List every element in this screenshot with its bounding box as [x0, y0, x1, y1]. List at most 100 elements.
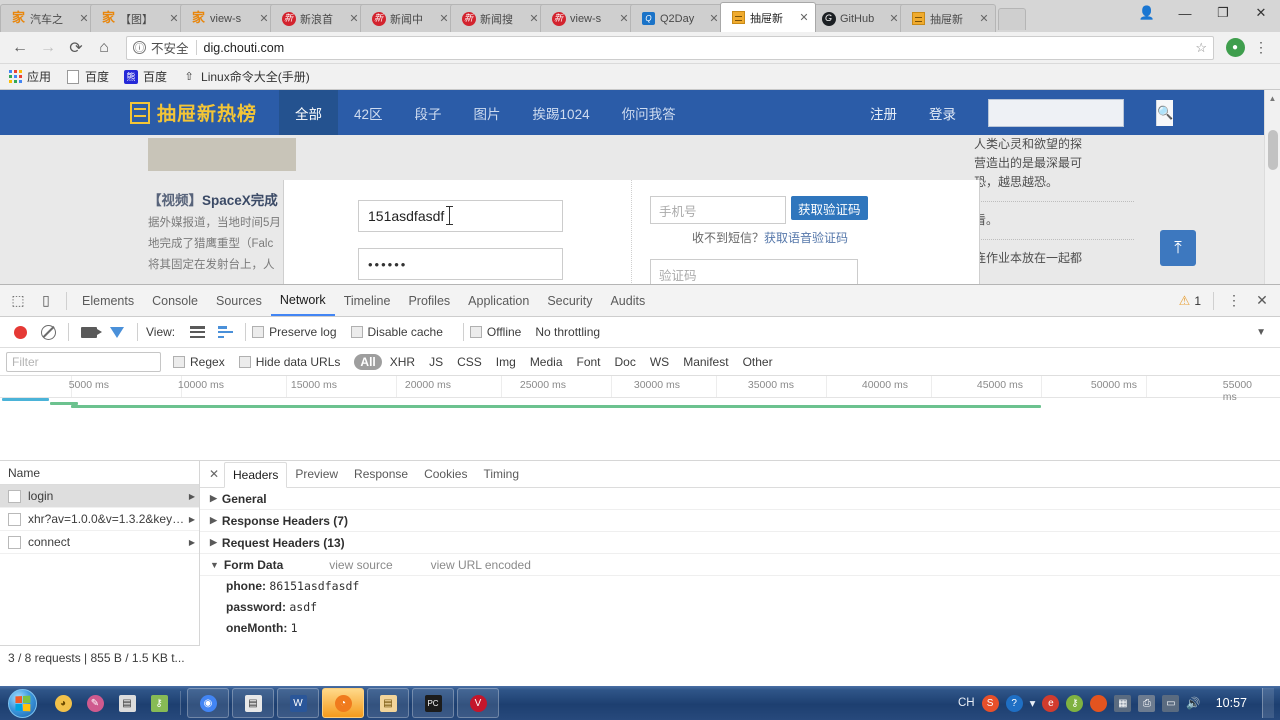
bookmark-item[interactable]: ⇧ Linux命令大全(手册) — [181, 68, 310, 85]
close-icon[interactable]: ✕ — [887, 12, 901, 25]
show-desktop-button[interactable] — [1262, 688, 1274, 718]
browser-tab[interactable]: 新 新闻中 ✕ — [360, 4, 456, 32]
bookmark-star-icon[interactable]: ☆ — [1195, 40, 1207, 56]
network-icon[interactable]: ⎙ — [1138, 695, 1155, 712]
close-icon[interactable]: ✕ — [167, 12, 181, 25]
hide-data-urls-toggle[interactable]: Hide data URLs — [239, 355, 341, 369]
tab-profiles[interactable]: Profiles — [399, 285, 459, 316]
record-icon[interactable] — [1090, 695, 1107, 712]
chevron-right-icon[interactable]: ▶ — [189, 538, 195, 547]
preserve-log-checkbox[interactable] — [252, 326, 264, 338]
close-icon[interactable]: ✕ — [977, 12, 991, 25]
key-icon[interactable]: ⚷ — [144, 688, 174, 718]
browser-tab-active[interactable]: 抽屉新 ✕ — [720, 2, 816, 32]
bookmark-item[interactable]: 熊 百度 — [123, 68, 167, 85]
notepad-task[interactable]: ▤ — [232, 688, 274, 718]
close-window-icon[interactable]: ✕ — [1242, 2, 1280, 24]
nav-item-it1024[interactable]: 挨踢1024 — [517, 90, 606, 135]
password-field[interactable]: •••••• — [358, 248, 563, 280]
photo-icon[interactable]: ▦ — [1114, 695, 1131, 712]
chevron-down-icon[interactable]: ▼ — [1256, 327, 1266, 338]
table-row[interactable]: login ▶ — [0, 485, 199, 508]
minimize-icon[interactable]: — — [1166, 2, 1204, 24]
pycharm-task[interactable]: PC — [412, 688, 454, 718]
browser-tab[interactable]: 新 新浪首 ✕ — [270, 4, 366, 32]
nav-item-qa[interactable]: 你问我答 — [606, 90, 692, 135]
regex-toggle[interactable]: Regex — [173, 355, 225, 369]
bookmark-apps[interactable]: 应用 — [7, 68, 51, 85]
browser-tab[interactable]: 新 新闻搜 ✕ — [450, 4, 546, 32]
ime-indicator[interactable]: CH — [958, 697, 975, 709]
qq-icon[interactable]: e — [1042, 695, 1059, 712]
disable-cache-checkbox[interactable] — [351, 326, 363, 338]
funnel-icon[interactable] — [103, 319, 131, 345]
regex-checkbox[interactable] — [173, 356, 185, 368]
close-icon[interactable]: ✕ — [347, 12, 361, 25]
tab-audits[interactable]: Audits — [601, 285, 654, 316]
monitor-icon[interactable]: ▭ — [1162, 695, 1179, 712]
close-icon[interactable]: ✕ — [257, 12, 271, 25]
tab-response[interactable]: Response — [346, 461, 416, 487]
tab-application[interactable]: Application — [459, 285, 538, 316]
offline-checkbox[interactable] — [470, 326, 482, 338]
section-request-headers[interactable]: ▶ Request Headers (13) — [200, 532, 1280, 554]
type-filter-other[interactable]: Other — [737, 354, 779, 370]
article-title[interactable]: 【视频】SpaceX完成 — [148, 189, 298, 209]
username-field[interactable]: 151asdfasdf — [358, 200, 563, 232]
sogou-icon[interactable]: S — [982, 695, 999, 712]
inspect-icon[interactable]: ⬚ — [4, 288, 32, 314]
camera-icon[interactable] — [75, 319, 103, 345]
nav-item-tupian[interactable]: 图片 — [458, 90, 517, 135]
type-filter-font[interactable]: Font — [571, 354, 607, 370]
browser-tab[interactable]: 家 汽车之 ✕ — [0, 4, 96, 32]
type-filter-media[interactable]: Media — [524, 354, 569, 370]
filter-input[interactable]: Filter — [6, 352, 161, 372]
browser-tab[interactable]: 家 【图】 ✕ — [90, 4, 186, 32]
explorer-task[interactable]: ▤ — [367, 688, 409, 718]
new-tab-button[interactable] — [998, 8, 1026, 30]
tab-elements[interactable]: Elements — [73, 285, 143, 316]
type-filter-js[interactable]: JS — [423, 354, 449, 370]
back-to-top-button[interactable]: ⤒ — [1160, 230, 1196, 266]
close-icon[interactable]: ✕ — [437, 12, 451, 25]
login-link[interactable]: 登录 — [929, 103, 956, 123]
tab-console[interactable]: Console — [143, 285, 207, 316]
register-link[interactable]: 注册 — [870, 103, 897, 123]
row-checkbox[interactable] — [8, 513, 21, 526]
nav-item-42[interactable]: 42区 — [338, 90, 399, 135]
paint-icon[interactable]: ✎ — [80, 688, 110, 718]
table-row[interactable]: connect ▶ — [0, 531, 199, 554]
user-profile-icon[interactable]: 👤 — [1128, 2, 1166, 24]
status-badge[interactable]: ⚠ 1 — [1179, 293, 1201, 309]
close-icon[interactable]: ✕ — [527, 12, 541, 25]
address-bar[interactable]: ⓘ 不安全 dig.chouti.com ☆ — [126, 36, 1214, 60]
captcha-field[interactable]: 验证码 — [650, 259, 858, 284]
forward-icon[interactable]: → — [34, 35, 62, 61]
help-icon[interactable]: ? — [1006, 695, 1023, 712]
section-response-headers[interactable]: ▶ Response Headers (7) — [200, 510, 1280, 532]
page-scrollbar[interactable]: ▲ — [1264, 90, 1280, 284]
type-filter-img[interactable]: Img — [490, 354, 522, 370]
save-icon[interactable]: ▤ — [112, 688, 142, 718]
scroll-up-icon[interactable]: ▲ — [1265, 90, 1280, 106]
volume-icon[interactable]: 🔊 — [1186, 696, 1200, 710]
back-icon[interactable]: ← — [6, 35, 34, 61]
preserve-log-toggle[interactable]: Preserve log — [252, 325, 336, 339]
row-checkbox[interactable] — [8, 536, 21, 549]
clock[interactable]: 10:57 — [1216, 696, 1247, 710]
tab-cookies[interactable]: Cookies — [416, 461, 475, 487]
record-icon[interactable] — [6, 319, 34, 345]
search-input[interactable] — [989, 100, 1156, 126]
chrome-task[interactable]: ◉ — [187, 688, 229, 718]
browser-tab[interactable]: 新 view-s ✕ — [540, 4, 636, 32]
search-icon[interactable]: 🔍 — [1156, 100, 1173, 126]
close-icon[interactable]: ✕ — [797, 11, 811, 24]
expand-tray-icon[interactable]: ▾ — [1030, 696, 1036, 710]
close-icon[interactable]: ✕ — [77, 12, 91, 25]
disable-cache-toggle[interactable]: Disable cache — [351, 325, 443, 339]
reload-icon[interactable]: ⟳ — [62, 35, 90, 61]
type-filter-manifest[interactable]: Manifest — [677, 354, 734, 370]
maximize-icon[interactable]: ❐ — [1204, 2, 1242, 24]
phone-field[interactable]: 手机号 — [650, 196, 786, 224]
section-general[interactable]: ▶ General — [200, 488, 1280, 510]
